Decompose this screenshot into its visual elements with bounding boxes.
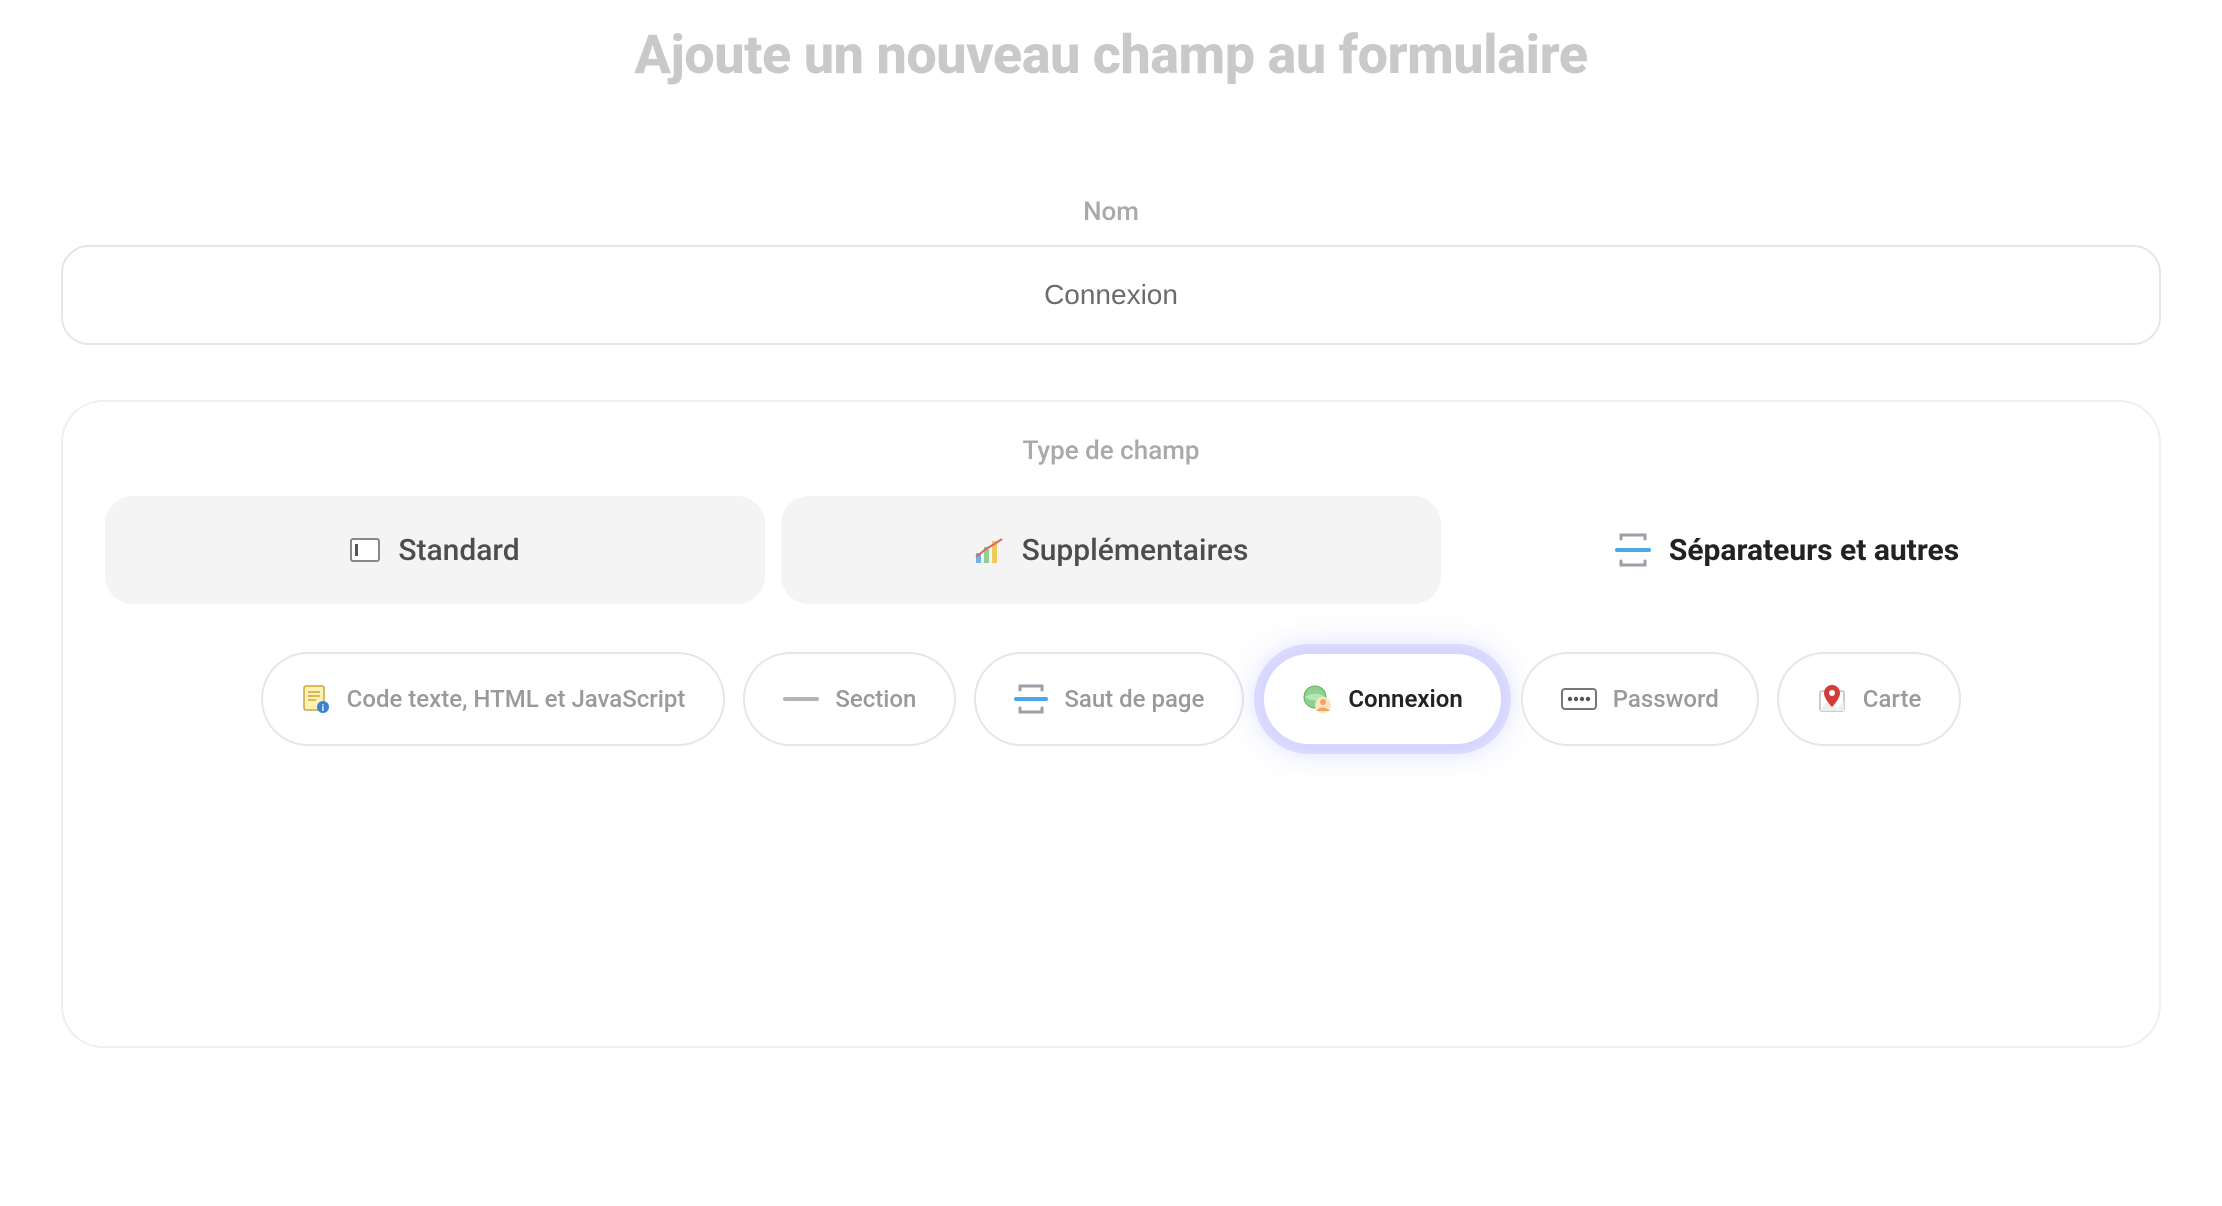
option-pagebreak[interactable]: Saut de page (974, 652, 1244, 746)
option-connexion-label: Connexion (1348, 685, 1462, 713)
document-info-icon: i (301, 684, 331, 714)
chart-icon (974, 535, 1004, 565)
tab-separators-label: Séparateurs et autres (1669, 533, 1959, 568)
field-type-card: Type de champ Standard (61, 400, 2161, 1048)
field-type-label: Type de champ (105, 436, 2117, 466)
page-title: Ajoute un nouveau champ au formulaire (40, 24, 2182, 87)
option-carte[interactable]: Carte (1777, 652, 1962, 746)
line-icon (783, 694, 819, 704)
tab-standard[interactable]: Standard (105, 496, 765, 604)
tab-extra-label: Supplémentaires (1022, 533, 1249, 568)
name-input[interactable] (61, 245, 2161, 345)
option-code[interactable]: i Code texte, HTML et JavaScript (261, 652, 726, 746)
user-globe-icon (1302, 684, 1332, 714)
separator-icon (1615, 533, 1651, 567)
option-password-label: Password (1613, 685, 1719, 713)
pagebreak-icon (1014, 684, 1048, 714)
svg-text:i: i (321, 704, 323, 714)
field-type-options: i Code texte, HTML et JavaScript Section (105, 652, 2117, 746)
tab-separators[interactable]: Séparateurs et autres (1457, 496, 2117, 604)
option-code-label: Code texte, HTML et JavaScript (347, 685, 686, 713)
option-carte-label: Carte (1863, 685, 1922, 713)
map-pin-icon (1817, 683, 1847, 715)
password-field-icon (1561, 688, 1597, 710)
option-connexion[interactable]: Connexion (1262, 652, 1502, 746)
tab-standard-label: Standard (398, 533, 519, 568)
option-section-label: Section (835, 685, 916, 713)
field-type-tabs: Standard Supplémentaires (105, 496, 2117, 604)
name-field-label: Nom (40, 197, 2182, 227)
tab-extra[interactable]: Supplémentaires (781, 496, 1441, 604)
option-section[interactable]: Section (743, 652, 956, 746)
textbox-icon (350, 538, 380, 562)
option-pagebreak-label: Saut de page (1064, 685, 1204, 713)
option-password[interactable]: Password (1521, 652, 1759, 746)
